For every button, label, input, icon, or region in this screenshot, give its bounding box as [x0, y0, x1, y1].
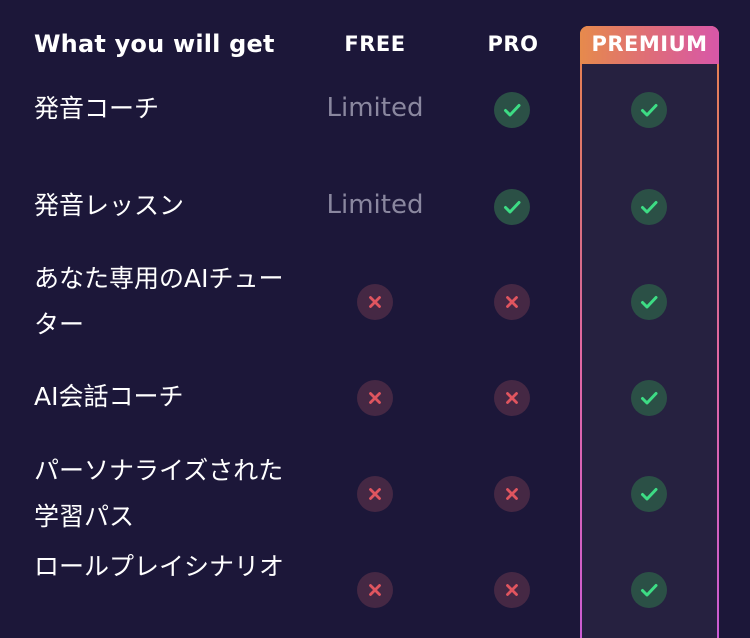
cross-icon: [357, 476, 393, 512]
check-icon: [631, 284, 667, 320]
plan-label-premium: PREMIUM: [591, 32, 708, 56]
check-icon: [631, 572, 667, 608]
feature-name: あなた専用のAIチューター: [34, 264, 284, 339]
limited-label: Limited: [326, 93, 424, 123]
cross-icon: [357, 380, 393, 416]
table-header: What you will get FREE PRO PREMIUM: [0, 26, 750, 64]
plan-label-pro: PRO: [487, 32, 539, 56]
cross-icon: [357, 284, 393, 320]
feature-name: ロールプレイシナリオ: [34, 552, 285, 581]
check-icon: [631, 380, 667, 416]
cross-icon: [494, 476, 530, 512]
check-icon: [631, 476, 667, 512]
cross-icon: [494, 284, 530, 320]
cross-icon: [494, 380, 530, 416]
check-icon: [494, 189, 530, 225]
feature-name: 発音レッスン: [34, 191, 185, 220]
feature-name: パーソナライズされた学習パス: [34, 456, 284, 531]
limited-label: Limited: [326, 190, 424, 220]
check-icon: [631, 92, 667, 128]
cross-icon: [494, 572, 530, 608]
feature-name: AI会話コーチ: [34, 382, 184, 411]
feature-name: 発音コーチ: [34, 94, 160, 123]
comparison-page: What you will get FREE PRO PREMIUM 発音コーチ…: [0, 0, 750, 638]
cross-icon: [357, 572, 393, 608]
check-icon: [494, 92, 530, 128]
plan-label-free: FREE: [344, 32, 406, 56]
table-title: What you will get: [34, 30, 275, 58]
check-icon: [631, 189, 667, 225]
